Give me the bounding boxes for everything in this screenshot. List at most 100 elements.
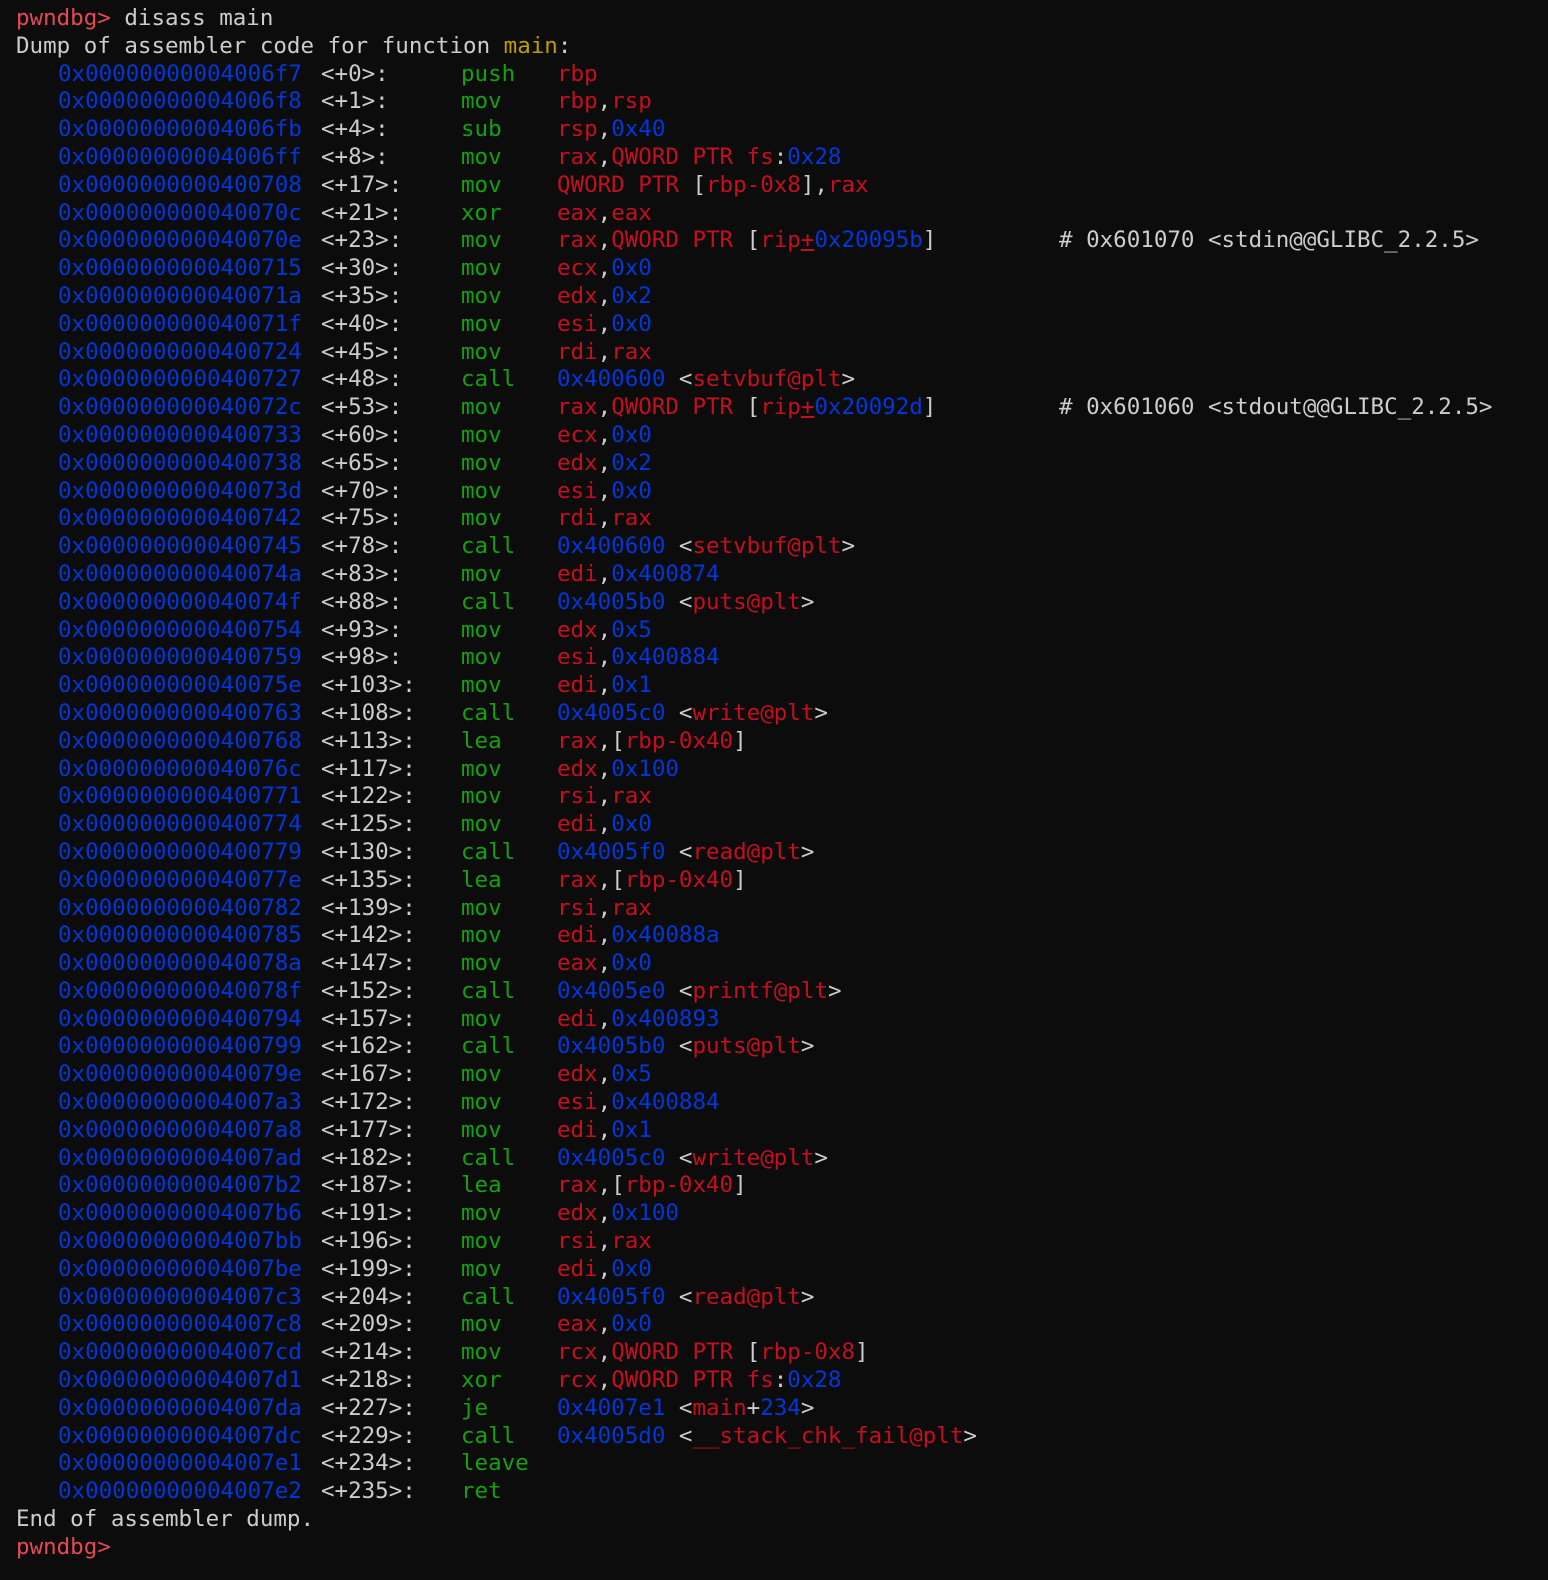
operand-token: , bbox=[597, 783, 612, 810]
instruction-operands: edi,0x0 bbox=[557, 1256, 652, 1284]
instruction-mnemonic: leave bbox=[461, 1450, 529, 1477]
instruction-address: 0x0000000000400794 bbox=[58, 1005, 302, 1032]
operand-token: , bbox=[597, 88, 612, 115]
instruction-operands: rsi,rax bbox=[557, 1228, 652, 1256]
operand-token: , bbox=[597, 421, 612, 448]
final-prompt-line[interactable]: pwndbg> bbox=[16, 1534, 1536, 1562]
operand-token: 0x4005d0 bbox=[557, 1422, 666, 1449]
instruction-offset: <+235>: bbox=[321, 1478, 416, 1505]
instruction-address: 0x00000000004007d1 bbox=[58, 1367, 302, 1394]
instruction-offset: <+4>: bbox=[321, 116, 389, 143]
instruction-mnemonic: mov bbox=[461, 783, 502, 810]
operand-token: [ bbox=[746, 227, 761, 254]
instruction-row: 0x0000000000400738 <+65>: mov edx,0x2 bbox=[16, 450, 1536, 478]
operand-token: rax bbox=[557, 227, 598, 254]
instruction-address: 0x00000000004006fb bbox=[58, 116, 302, 143]
operand-token: rsi bbox=[557, 783, 598, 810]
instruction-operands: rsp,0x40 bbox=[557, 116, 665, 144]
operand-token: rbp-0x40 bbox=[624, 727, 734, 754]
operand-token: edi bbox=[557, 811, 598, 838]
terminal-output[interactable]: pwndbg> disass main Dump of assembler co… bbox=[16, 5, 1536, 1562]
operand-token: ] bbox=[733, 1172, 747, 1199]
instruction-address: 0x0000000000400745 bbox=[58, 533, 302, 560]
instruction-operands: esi,0x0 bbox=[557, 478, 652, 506]
operand-token: rbp-0x40 bbox=[624, 866, 734, 893]
instruction-operands: edx,0x2 bbox=[557, 283, 652, 311]
operand-token: [ bbox=[746, 394, 761, 421]
instruction-mnemonic: mov bbox=[461, 922, 502, 949]
instruction-offset: <+152>: bbox=[321, 977, 416, 1004]
instruction-operands: rsi,rax bbox=[557, 895, 652, 923]
instruction-mnemonic: call bbox=[461, 1033, 516, 1060]
instruction-mnemonic: sub bbox=[461, 116, 502, 143]
instruction-address: 0x000000000040070c bbox=[58, 199, 302, 226]
instruction-mnemonic: mov bbox=[461, 672, 502, 699]
operand-token: , bbox=[597, 727, 612, 754]
instruction-row: 0x00000000004007dc <+229>: call 0x4005d0 <_… bbox=[16, 1423, 1536, 1451]
operand-token: ] bbox=[922, 394, 937, 421]
instruction-offset: <+199>: bbox=[321, 1255, 416, 1282]
instruction-row: 0x000000000040078a <+147>: mov eax,0x0 bbox=[16, 950, 1536, 978]
instruction-mnemonic: mov bbox=[461, 1089, 502, 1116]
operand-token: 0x2 bbox=[611, 449, 652, 476]
instruction-row: 0x000000000040079e <+167>: mov edx,0x5 bbox=[16, 1061, 1536, 1089]
instruction-address: 0x00000000004007da bbox=[58, 1394, 302, 1421]
operand-token: , bbox=[597, 199, 612, 226]
operand-token: QWORD PTR bbox=[611, 1339, 747, 1366]
instruction-row: 0x0000000000400774 <+125>: mov edi,0x0 bbox=[16, 811, 1536, 839]
instruction-offset: <+167>: bbox=[321, 1061, 416, 1088]
operand-token: ecx bbox=[557, 421, 598, 448]
instruction-row: 0x0000000000400782 <+139>: mov rsi,rax bbox=[16, 895, 1536, 923]
operand-token: < bbox=[665, 533, 693, 560]
instruction-offset: <+122>: bbox=[321, 783, 416, 810]
command-line: pwndbg> disass main bbox=[16, 5, 1536, 33]
instruction-mnemonic: mov bbox=[461, 894, 502, 921]
instruction-address: 0x0000000000400785 bbox=[58, 922, 302, 949]
instruction-offset: <+75>: bbox=[321, 505, 403, 532]
instruction-mnemonic: mov bbox=[461, 1339, 502, 1366]
operand-token: 0x1 bbox=[611, 1116, 652, 1143]
operand-token: , bbox=[597, 1228, 612, 1255]
operand-token: QWORD PTR bbox=[557, 171, 693, 198]
instruction-address: 0x000000000040071a bbox=[58, 282, 302, 309]
instruction-operands: 0x4005b0 <puts@plt> bbox=[557, 1033, 814, 1061]
instruction-offset: <+40>: bbox=[321, 310, 403, 337]
operand-token: rax bbox=[611, 338, 652, 365]
instruction-address: 0x0000000000400742 bbox=[58, 505, 302, 532]
operand-token: 0x4007e1 bbox=[557, 1394, 666, 1421]
instruction-mnemonic: mov bbox=[461, 811, 502, 838]
operand-token: 0x400874 bbox=[611, 560, 720, 587]
instruction-row: 0x0000000000400724 <+45>: mov rdi,rax bbox=[16, 339, 1536, 367]
instruction-mnemonic: mov bbox=[461, 282, 502, 309]
instruction-address: 0x00000000004007cd bbox=[58, 1339, 302, 1366]
dump-header-suffix: : bbox=[557, 32, 572, 59]
operand-token: , bbox=[597, 116, 612, 143]
instruction-operands: edi,0x0 bbox=[557, 811, 652, 839]
operand-token: 0x0 bbox=[611, 255, 652, 282]
operand-token: , bbox=[597, 755, 612, 782]
instruction-offset: <+142>: bbox=[321, 922, 416, 949]
instruction-address: 0x0000000000400715 bbox=[58, 255, 302, 282]
operand-token: 0x400600 bbox=[557, 366, 666, 393]
instruction-mnemonic: mov bbox=[461, 171, 502, 198]
operand-token: rbp-0x8 bbox=[760, 1339, 856, 1366]
operand-token: esi bbox=[557, 644, 598, 671]
operand-token: edi bbox=[557, 922, 598, 949]
operand-token: , bbox=[597, 1200, 612, 1227]
instruction-operands: edi,0x400874 bbox=[557, 561, 720, 589]
instruction-operands: rax,[rbp-0x40] bbox=[557, 867, 747, 895]
instruction-operands: rdi,rax bbox=[557, 339, 652, 367]
instruction-offset: <+135>: bbox=[321, 866, 416, 893]
instruction-row: 0x000000000040073d <+70>: mov esi,0x0 bbox=[16, 478, 1536, 506]
instruction-operands: 0x4005c0 <write@plt> bbox=[557, 700, 828, 728]
instruction-row: 0x00000000004007c8 <+209>: mov eax,0x0 bbox=[16, 1311, 1536, 1339]
instruction-mnemonic: mov bbox=[461, 1255, 502, 1282]
instruction-offset: <+35>: bbox=[321, 282, 403, 309]
instruction-operands: rax,[rbp-0x40] bbox=[557, 728, 747, 756]
operand-token: < bbox=[665, 1283, 693, 1310]
instruction-row: 0x0000000000400763 <+108>: call 0x4005c0 <w… bbox=[16, 700, 1536, 728]
operand-token: edi bbox=[557, 1255, 598, 1282]
operand-token: 0x4005c0 bbox=[557, 1144, 666, 1171]
instruction-mnemonic: mov bbox=[461, 560, 502, 587]
operand-token: , bbox=[597, 1089, 612, 1116]
